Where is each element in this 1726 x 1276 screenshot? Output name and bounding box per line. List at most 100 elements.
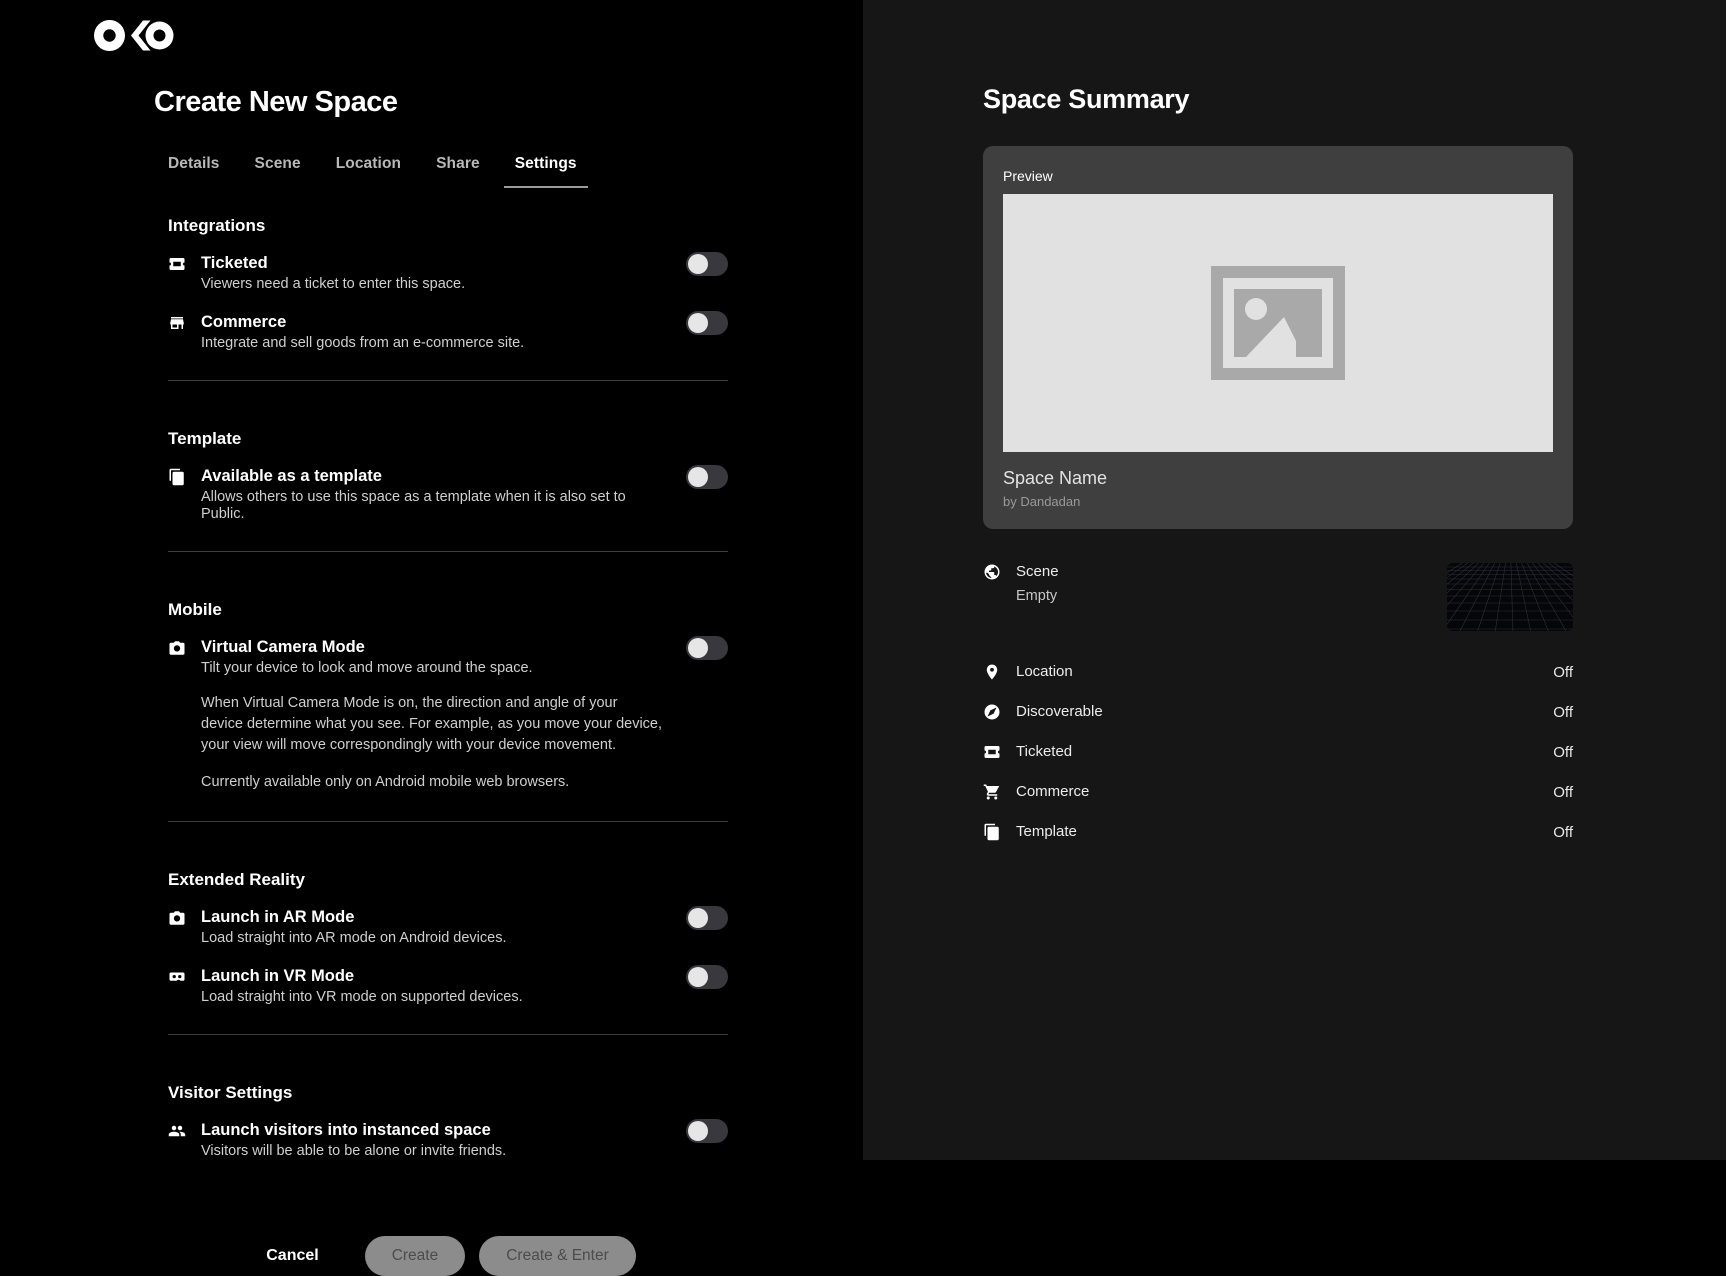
- ticket-icon: [168, 255, 186, 273]
- setting-title: Available as a template: [201, 467, 662, 485]
- summary-row-discoverable: Discoverable Off: [983, 692, 1573, 732]
- commerce-toggle[interactable]: [686, 311, 728, 335]
- tab-details[interactable]: Details: [168, 155, 220, 188]
- launch-visitors-into-instanced-space-toggle[interactable]: [686, 1119, 728, 1143]
- section-heading: Extended Reality: [168, 870, 728, 890]
- section-heading: Visitor Settings: [168, 1083, 728, 1103]
- create-space-panel: Create New Space Details Scene Location Sha…: [0, 0, 863, 1160]
- summary-row-value: Off: [1553, 784, 1573, 801]
- available-as-a-template-toggle[interactable]: [686, 465, 728, 489]
- setting-description: Tilt your device to look and move around…: [201, 660, 662, 677]
- toggle-knob: [688, 967, 708, 987]
- tab-scene[interactable]: Scene: [255, 155, 301, 188]
- setting-launch-visitors-into-instanced-space: Launch visitors into instanced space Vis…: [168, 1121, 728, 1160]
- summary-rows: Scene Empty Location Off Discoverable Of…: [983, 563, 1573, 852]
- setting-launch-in-vr-mode: Launch in VR Mode Load straight into VR …: [168, 967, 728, 1006]
- summary-row-ticketed: Ticketed Off: [983, 732, 1573, 772]
- section-heading: Integrations: [168, 216, 728, 236]
- template-icon: [168, 468, 186, 486]
- summary-row-value: Off: [1553, 704, 1573, 721]
- cancel-button[interactable]: Cancel: [260, 1246, 324, 1266]
- oko-logo[interactable]: [94, 20, 174, 52]
- setting-commerce: Commerce Integrate and sell goods from a…: [168, 313, 728, 352]
- setting-title: Launch in VR Mode: [201, 967, 662, 985]
- section-extended-reality: Extended Reality Launch in AR Mode Load …: [168, 821, 728, 1006]
- preview-image-placeholder: [1003, 194, 1553, 452]
- toggle-knob: [688, 908, 708, 928]
- vr-goggles-icon: [168, 968, 186, 986]
- create-enter-button[interactable]: Create & Enter: [479, 1236, 636, 1276]
- summary-row-label: Ticketed: [1016, 743, 1072, 761]
- settings-sections: Integrations Ticketed Viewers need a tic…: [168, 188, 728, 1160]
- section-integrations: Integrations Ticketed Viewers need a tic…: [168, 188, 728, 352]
- section-mobile: Mobile Virtual Camera Mode Tilt your dev…: [168, 551, 728, 793]
- toggle-knob: [688, 254, 708, 274]
- preview-label: Preview: [1003, 168, 1553, 184]
- summary-row-template: Template Off: [983, 812, 1573, 852]
- summary-title: Space Summary: [983, 84, 1693, 115]
- page-title: Create New Space: [154, 86, 728, 119]
- setting-title: Commerce: [201, 313, 662, 331]
- group-icon: [168, 1122, 186, 1140]
- summary-row-value: Off: [1553, 744, 1573, 761]
- summary-row-value: Off: [1553, 664, 1573, 681]
- summary-row-label: Location: [1016, 663, 1073, 681]
- setting-note: When Virtual Camera Mode is on, the dire…: [201, 693, 662, 756]
- space-name: Space Name: [1003, 468, 1553, 489]
- setting-available-as-a-template: Available as a template Allows others to…: [168, 467, 728, 523]
- setting-note: Currently available only on Android mobi…: [201, 772, 662, 793]
- tab-settings[interactable]: Settings: [504, 155, 588, 188]
- space-summary-panel: Space Summary Preview Space Name by Dand…: [863, 0, 1726, 1160]
- create-button[interactable]: Create: [365, 1236, 466, 1276]
- launch-in-vr-mode-toggle[interactable]: [686, 965, 728, 989]
- scene-wireframe-thumbnail: [1447, 563, 1573, 631]
- section-template: Template Available as a template Allows …: [168, 380, 728, 523]
- summary-row-value: Off: [1553, 824, 1573, 841]
- summary-row-label: Commerce: [1016, 783, 1089, 801]
- setting-description: Allows others to use this space as a tem…: [201, 489, 662, 523]
- camera-icon: [168, 639, 186, 657]
- template-icon: [983, 823, 1001, 841]
- toggle-knob: [688, 1121, 708, 1141]
- toggle-knob: [688, 638, 708, 658]
- space-byline: by Dandadan: [1003, 494, 1553, 509]
- setting-title: Virtual Camera Mode: [201, 638, 662, 656]
- ticket-icon: [983, 743, 1001, 761]
- summary-row-label: Scene: [1016, 563, 1059, 581]
- compass-icon: [983, 703, 1001, 721]
- setting-title: Ticketed: [201, 254, 662, 272]
- globe-icon: [983, 563, 1001, 581]
- section-heading: Mobile: [168, 600, 728, 620]
- image-placeholder-icon: [1210, 265, 1346, 381]
- summary-row-sub-value: Empty: [1016, 588, 1059, 604]
- footer-actions: Cancel Create Create & Enter: [168, 1236, 728, 1276]
- setting-title: Launch in AR Mode: [201, 908, 662, 926]
- section-heading: Template: [168, 429, 728, 449]
- section-visitor-settings: Visitor Settings Launch visitors into in…: [168, 1034, 728, 1160]
- summary-row-scene: Scene Empty: [983, 563, 1573, 631]
- tab-share[interactable]: Share: [436, 155, 480, 188]
- launch-in-ar-mode-toggle[interactable]: [686, 906, 728, 930]
- cart-icon: [983, 783, 1001, 801]
- summary-row-location: Location Off: [983, 652, 1573, 692]
- tabs: Details Scene Location Share Settings: [168, 155, 728, 188]
- toggle-knob: [688, 313, 708, 333]
- tab-location[interactable]: Location: [336, 155, 401, 188]
- setting-description: Visitors will be able to be alone or inv…: [201, 1143, 662, 1160]
- storefront-icon: [168, 314, 186, 332]
- setting-description: Viewers need a ticket to enter this spac…: [201, 276, 662, 293]
- setting-virtual-camera-mode: Virtual Camera Mode Tilt your device to …: [168, 638, 728, 793]
- create-space-page: Create New Space Details Scene Location Sha…: [0, 0, 1726, 1160]
- summary-row-commerce: Commerce Off: [983, 772, 1573, 812]
- ticketed-toggle[interactable]: [686, 252, 728, 276]
- virtual-camera-mode-toggle[interactable]: [686, 636, 728, 660]
- setting-launch-in-ar-mode: Launch in AR Mode Load straight into AR …: [168, 908, 728, 947]
- setting-description: Integrate and sell goods from an e-comme…: [201, 335, 662, 352]
- setting-description: Load straight into VR mode on supported …: [201, 989, 662, 1006]
- location-pin-icon: [983, 663, 1001, 681]
- summary-row-label: Template: [1016, 823, 1077, 841]
- preview-card: Preview Space Name by Dandadan: [983, 146, 1573, 529]
- setting-ticketed: Ticketed Viewers need a ticket to enter …: [168, 254, 728, 293]
- setting-title: Launch visitors into instanced space: [201, 1121, 662, 1139]
- camera-icon: [168, 909, 186, 927]
